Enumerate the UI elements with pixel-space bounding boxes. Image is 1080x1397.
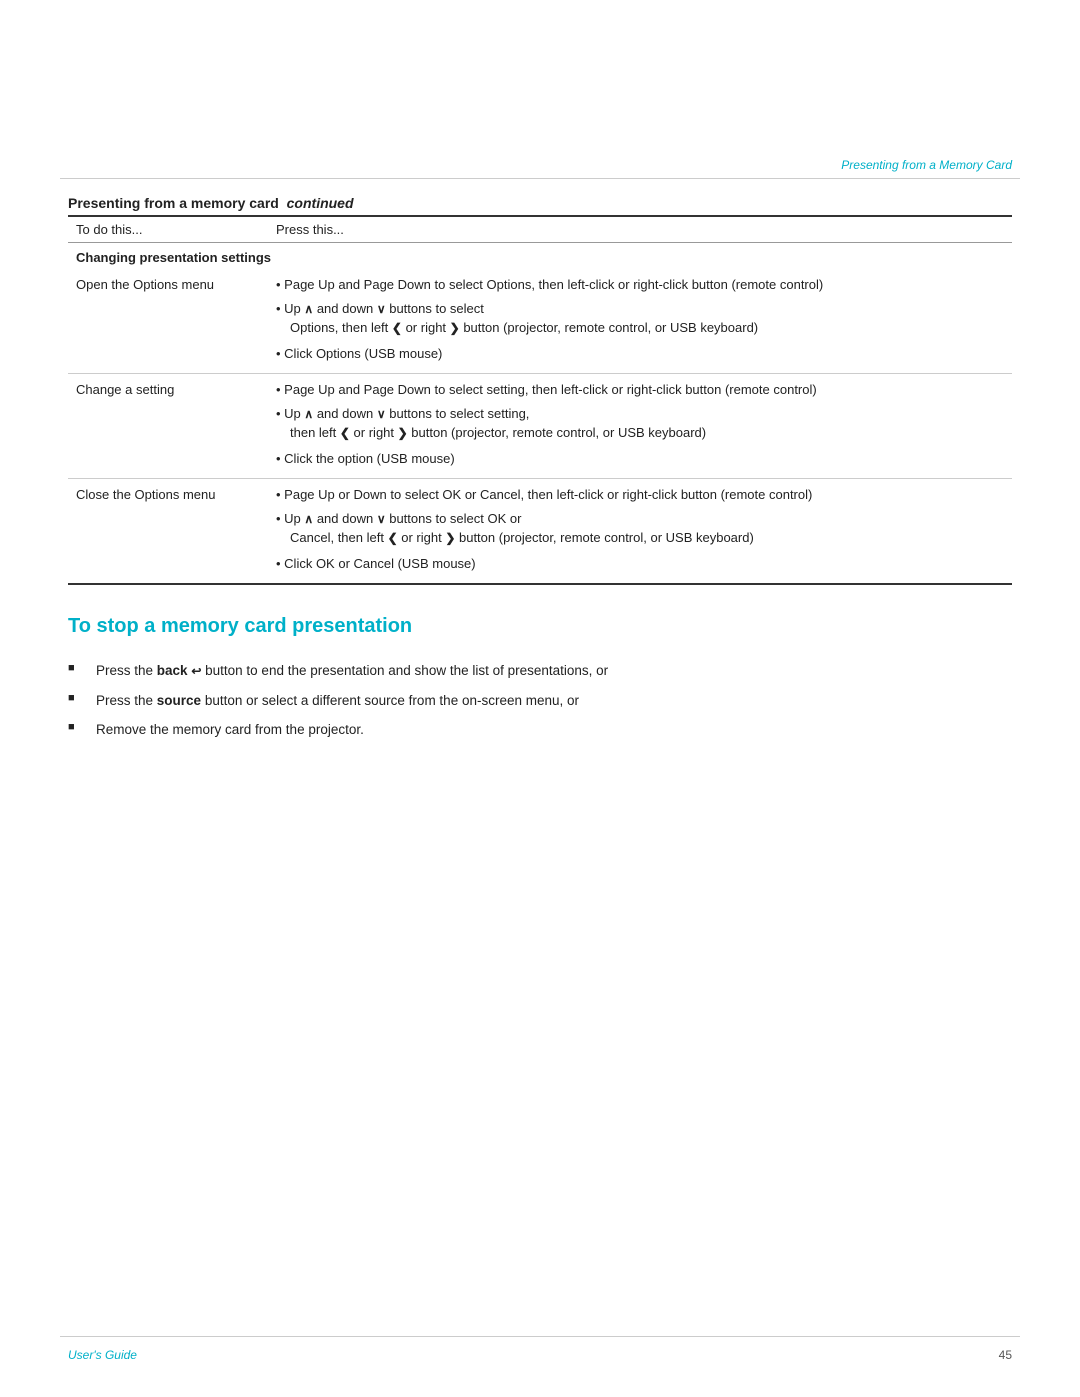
list-item: Press the back ↩ button to end the prese… — [68, 656, 1012, 686]
main-table: To do this... Press this... Changing pre… — [68, 215, 1012, 585]
stop-heading: To stop a memory card presentation — [68, 615, 1012, 638]
col-header-row: To do this... Press this... — [68, 216, 1012, 243]
header-title: Presenting from a Memory Card — [841, 158, 1012, 172]
row2-col2: Page Up and Page Down to select setting,… — [268, 374, 1012, 479]
back-arrow-icon: ↩ — [191, 662, 201, 681]
content: Presenting from a memory card continued … — [68, 0, 1012, 745]
stop-list: Press the back ↩ button to end the prese… — [68, 656, 1012, 745]
section-header-row: Changing presentation settings — [68, 243, 1012, 270]
bullet-item: Page Up and Page Down to select Options,… — [276, 275, 1004, 295]
stop-section: To stop a memory card presentation Press… — [68, 615, 1012, 745]
bullet-item: Click Options (USB mouse) — [276, 344, 1004, 364]
row3-col1: Close the Options menu — [68, 479, 268, 585]
bullet-item: Page Up or Down to select OK or Cancel, … — [276, 485, 1004, 505]
down-arrow-icon: ∨ — [377, 405, 386, 423]
right-arrow-icon: ❯ — [450, 319, 460, 337]
col1-header: To do this... — [68, 216, 268, 243]
bullet-item: Up ∧ and down ∨ buttons to select OK or … — [276, 509, 1004, 548]
list-item: Remove the memory card from the projecto… — [68, 715, 1012, 745]
table-row: Close the Options menu Page Up or Down t… — [68, 479, 1012, 585]
up-arrow-icon: ∧ — [304, 510, 313, 528]
list-item: Press the source button or select a diff… — [68, 686, 1012, 716]
table-section-title: Presenting from a memory card — [68, 195, 279, 211]
row3-col2: Page Up or Down to select OK or Cancel, … — [268, 479, 1012, 585]
section-heading: Changing presentation settings — [68, 243, 1012, 270]
row1-col1: Open the Options menu — [68, 269, 268, 374]
header-rule — [60, 178, 1020, 179]
left-arrow-icon: ❮ — [388, 529, 398, 547]
footer-right: 45 — [999, 1348, 1012, 1362]
footer-left: User's Guide — [68, 1348, 137, 1362]
row2-col1: Change a setting — [68, 374, 268, 479]
down-arrow-icon: ∨ — [377, 300, 386, 318]
bullet-item: Click OK or Cancel (USB mouse) — [276, 554, 1004, 574]
left-arrow-icon: ❮ — [392, 319, 402, 337]
table-section-title-em: continued — [287, 195, 354, 211]
footer-rule — [60, 1336, 1020, 1337]
up-arrow-icon: ∧ — [304, 405, 313, 423]
table-title: Presenting from a memory card continued — [68, 195, 1012, 211]
row1-col2: Page Up and Page Down to select Options,… — [268, 269, 1012, 374]
right-arrow-icon: ❯ — [445, 529, 455, 547]
right-arrow-icon: ❯ — [398, 424, 408, 442]
bullet-item: Up ∧ and down ∨ buttons to select Option… — [276, 299, 1004, 338]
up-arrow-icon: ∧ — [304, 300, 313, 318]
down-arrow-icon: ∨ — [377, 510, 386, 528]
table-row: Change a setting Page Up and Page Down t… — [68, 374, 1012, 479]
page: Presenting from a Memory Card Presenting… — [0, 0, 1080, 1397]
col2-header: Press this... — [268, 216, 1012, 243]
bullet-item: Page Up and Page Down to select setting,… — [276, 380, 1004, 400]
left-arrow-icon: ❮ — [340, 424, 350, 442]
bullet-item: Up ∧ and down ∨ buttons to select settin… — [276, 404, 1004, 443]
bullet-item: Click the option (USB mouse) — [276, 449, 1004, 469]
table-row: Open the Options menu Page Up and Page D… — [68, 269, 1012, 374]
